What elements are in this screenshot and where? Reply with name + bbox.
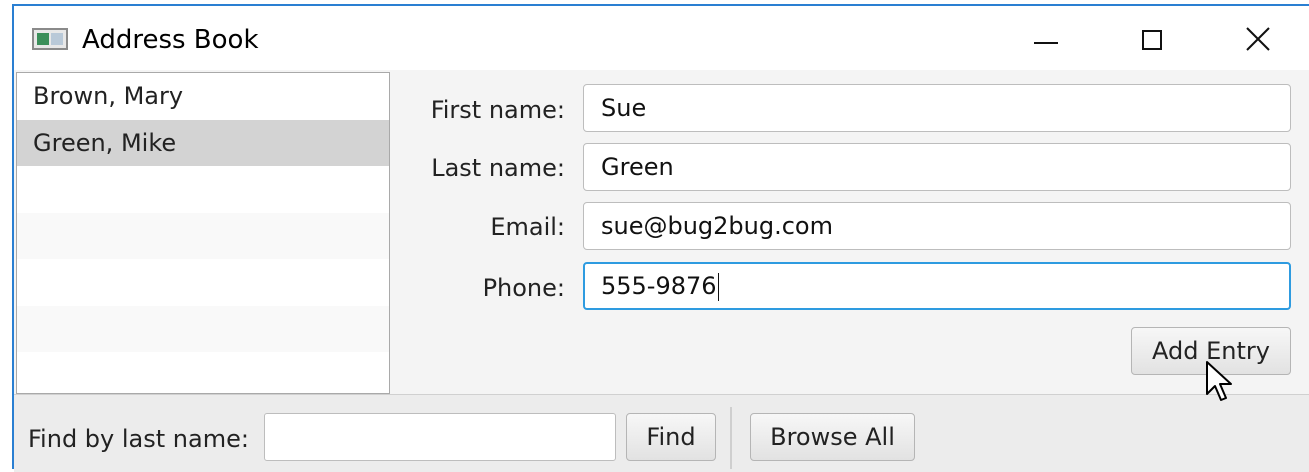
text-caret xyxy=(717,273,719,301)
minimize-icon xyxy=(1034,42,1058,44)
phone-field[interactable]: 555-9876 xyxy=(583,262,1291,310)
find-last-name-input[interactable] xyxy=(264,413,616,461)
email-label: Email: xyxy=(490,213,565,241)
list-item-empty[interactable] xyxy=(17,305,389,352)
toolbar-separator xyxy=(730,407,732,469)
list-item-empty[interactable] xyxy=(17,259,389,306)
address-book-window: Address Book Brown, Mary Green, Mike Fir… xyxy=(12,4,1309,472)
list-item-empty[interactable] xyxy=(17,352,389,393)
mouse-pointer-icon xyxy=(1206,361,1232,401)
maximize-icon xyxy=(1142,30,1162,50)
minimize-button[interactable] xyxy=(1016,16,1076,62)
list-item-selected[interactable]: Green, Mike xyxy=(17,119,389,166)
maximize-button[interactable] xyxy=(1122,16,1182,62)
title-bar[interactable]: Address Book xyxy=(14,6,1309,70)
close-icon xyxy=(1246,27,1270,51)
search-toolbar: Find by last name: Find Browse All xyxy=(14,394,1309,472)
list-item[interactable]: Brown, Mary xyxy=(17,73,389,120)
list-item-empty[interactable] xyxy=(17,166,389,213)
close-button[interactable] xyxy=(1228,16,1288,62)
first-name-label: First name: xyxy=(430,96,565,124)
first-name-field[interactable]: Sue xyxy=(583,84,1291,132)
list-item-empty[interactable] xyxy=(17,212,389,259)
find-button[interactable]: Find xyxy=(626,413,716,461)
contacts-list[interactable]: Brown, Mary Green, Mike xyxy=(16,72,390,394)
find-by-last-name-label: Find by last name: xyxy=(28,425,249,453)
phone-field-value: 555-9876 xyxy=(601,272,717,300)
browse-all-button[interactable]: Browse All xyxy=(750,413,915,461)
last-name-label: Last name: xyxy=(431,154,565,182)
phone-label: Phone: xyxy=(482,274,565,302)
app-window-icon xyxy=(32,28,68,50)
email-field[interactable]: sue@bug2bug.com xyxy=(583,202,1291,250)
window-title: Address Book xyxy=(82,25,259,55)
last-name-field[interactable]: Green xyxy=(583,143,1291,191)
